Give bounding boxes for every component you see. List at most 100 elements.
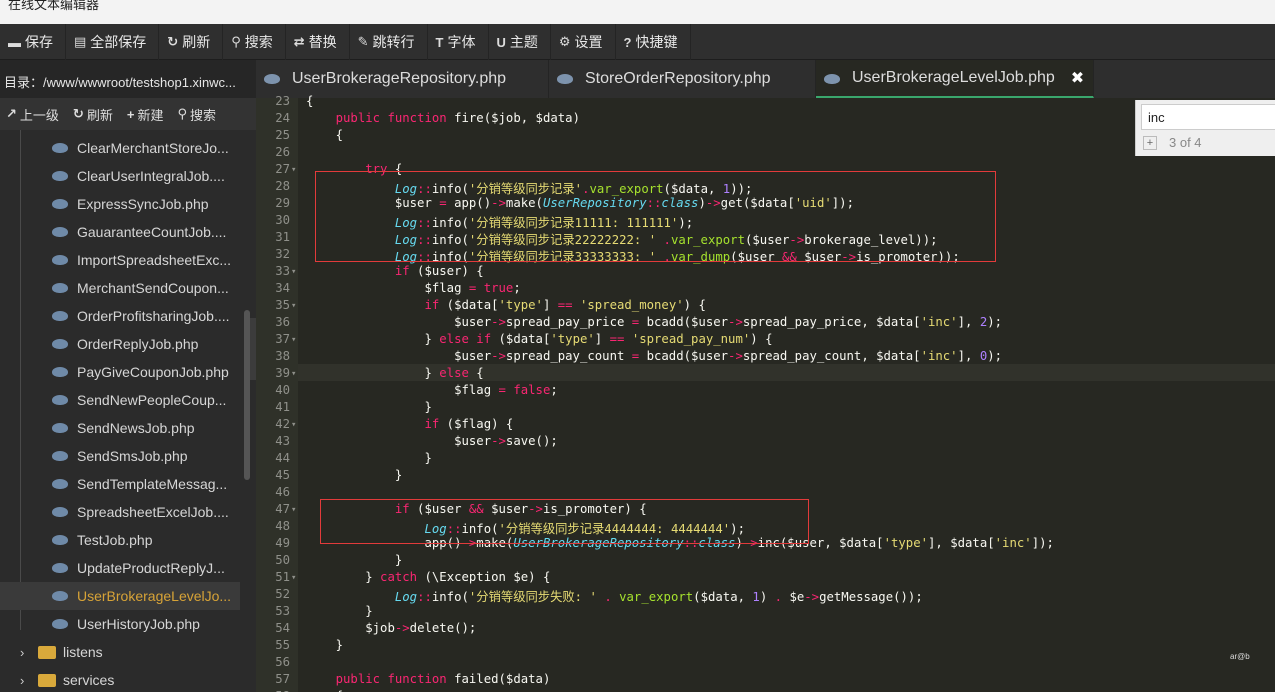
code-line[interactable]: $user->spread_pay_count = bcadd($user->s…: [306, 349, 1002, 363]
fold-arrow-icon[interactable]: ▾: [291, 267, 296, 277]
file-item[interactable]: SpreadsheetExcelJob....: [0, 498, 240, 526]
window-title: 在线文本编辑器: [8, 0, 100, 12]
code-line[interactable]: }: [306, 604, 372, 618]
line-number: 50: [275, 553, 290, 567]
line-number: 33: [275, 264, 290, 278]
code-line[interactable]: } else {: [306, 366, 483, 380]
file-item[interactable]: SendNewPeopleCoup...: [0, 386, 240, 414]
code-line[interactable]: public function failed($data): [306, 672, 551, 686]
sidebar-action-up-level[interactable]: ↗ 上一级: [6, 105, 59, 124]
line-number: 53: [275, 604, 290, 618]
code-line[interactable]: $flag = true;: [306, 281, 520, 295]
save-button[interactable]: ▬ 保存: [0, 24, 66, 60]
fold-arrow-icon[interactable]: ▾: [291, 369, 296, 379]
file-item[interactable]: ImportSpreadsheetExc...: [0, 246, 240, 274]
line-number: 29: [275, 196, 290, 210]
file-item[interactable]: ClearUserIntegralJob....: [0, 162, 240, 190]
folder-item[interactable]: › services: [0, 666, 240, 692]
file-name: SendNewPeopleCoup...: [77, 392, 227, 408]
file-item[interactable]: TestJob.php: [0, 526, 240, 554]
file-item[interactable]: ClearMerchantStoreJo...: [0, 134, 240, 162]
search-button[interactable]: ⚲ 搜索: [223, 24, 286, 60]
code-line[interactable]: Log::info('分销等级同步失败: ' . var_export($dat…: [306, 587, 923, 605]
code-line[interactable]: }: [306, 400, 431, 414]
toolbar-button-label: 保存: [25, 34, 53, 50]
php-file-icon: [52, 479, 68, 489]
up-level-icon: ↗: [6, 106, 17, 121]
code-line[interactable]: {: [306, 128, 343, 142]
code-line[interactable]: if ($flag) {: [306, 417, 513, 431]
fold-arrow-icon[interactable]: ▾: [291, 573, 296, 583]
toolbar-button-label: 快捷键: [635, 34, 678, 50]
code-line[interactable]: $user->spread_pay_price = bcadd($user->s…: [306, 315, 1002, 329]
code-line[interactable]: $job->delete();: [306, 621, 476, 635]
code-line[interactable]: }: [306, 553, 402, 567]
close-tab-icon[interactable]: ✖: [1071, 68, 1084, 88]
file-item[interactable]: UserBrokerageLevelJo...: [0, 582, 240, 610]
sidebar-action-search[interactable]: ⚲ 搜索: [177, 105, 216, 124]
save-all-icon: ▤: [74, 34, 87, 49]
theme-button[interactable]: U 主题: [489, 24, 551, 60]
directory-path: 目录：/www/wwwroot/testshop1.xinwc...: [0, 60, 256, 98]
code-line[interactable]: } else if ($data['type'] == 'spread_pay_…: [306, 332, 772, 346]
help-icon: ?: [623, 34, 632, 50]
fold-arrow-icon[interactable]: ▾: [291, 301, 296, 311]
pin-button[interactable]: ✎ 跳转行: [350, 24, 428, 60]
sidebar-action-plus[interactable]: + 新建: [127, 105, 164, 124]
code-line[interactable]: if ($data['type'] == 'spread_money') {: [306, 298, 705, 312]
save-all-button[interactable]: ▤ 全部保存: [66, 24, 160, 60]
file-item[interactable]: SendNewsJob.php: [0, 414, 240, 442]
folder-item[interactable]: › listens: [0, 638, 240, 666]
fold-arrow-icon[interactable]: ▾: [291, 165, 296, 175]
file-item[interactable]: ExpressSyncJob.php: [0, 190, 240, 218]
fold-arrow-icon[interactable]: ▾: [291, 420, 296, 430]
code-line[interactable]: }: [306, 468, 402, 482]
fold-arrow-icon[interactable]: ▾: [291, 335, 296, 345]
file-name: UpdateProductReplyJ...: [77, 560, 225, 576]
php-file-icon: [52, 339, 68, 349]
line-number: 48: [275, 519, 290, 533]
file-item[interactable]: SendTemplateMessag...: [0, 470, 240, 498]
file-item[interactable]: GauaranteeCountJob....: [0, 218, 240, 246]
line-number: 38: [275, 349, 290, 363]
file-name: ClearMerchantStoreJo...: [77, 140, 229, 156]
gear-button[interactable]: ⚙ 设置: [551, 24, 616, 60]
search-input[interactable]: [1141, 104, 1275, 130]
code-line[interactable]: } catch (\Exception $e) {: [306, 570, 550, 584]
code-line[interactable]: }: [306, 451, 431, 465]
search-icon: ⚲: [177, 106, 187, 121]
chevron-right-icon: ›: [20, 644, 25, 660]
code-line[interactable]: }: [306, 638, 343, 652]
code-line[interactable]: $flag = false;: [306, 383, 558, 397]
file-item[interactable]: UserHistoryJob.php: [0, 610, 240, 638]
tab-3[interactable]: UserBrokerageLevelJob.php ✖: [816, 60, 1094, 98]
sidebar-actions: ↗ 上一级 ↻ 刷新 + 新建 ⚲ 搜索: [0, 98, 256, 130]
file-name: ExpressSyncJob.php: [77, 196, 209, 212]
code-line[interactable]: $user->save();: [306, 434, 558, 448]
php-file-icon: [52, 451, 68, 461]
sidebar-action-refresh[interactable]: ↻ 刷新: [73, 105, 113, 124]
search-expand-button[interactable]: +: [1143, 136, 1157, 150]
file-item[interactable]: OrderReplyJob.php: [0, 330, 240, 358]
file-item[interactable]: UpdateProductReplyJ...: [0, 554, 240, 582]
file-item[interactable]: SendSmsJob.php: [0, 442, 240, 470]
php-file-icon: [52, 535, 68, 545]
php-file-icon: [52, 395, 68, 405]
file-name: OrderProfitsharingJob....: [77, 308, 230, 324]
code-line[interactable]: {: [306, 94, 313, 108]
php-file-icon: [52, 311, 68, 321]
code-line[interactable]: if ($user) {: [306, 264, 484, 278]
file-item[interactable]: MerchantSendCoupon...: [0, 274, 240, 302]
file-item[interactable]: PayGiveCouponJob.php: [0, 358, 240, 386]
fold-arrow-icon[interactable]: ▾: [291, 505, 296, 515]
font-button[interactable]: T 字体: [428, 24, 489, 60]
refresh-button[interactable]: ↻ 刷新: [159, 24, 224, 60]
tab-1[interactable]: UserBrokerageRepository.php: [256, 60, 549, 98]
replace-button[interactable]: ⇄ 替换: [286, 24, 350, 60]
help-button[interactable]: ? 快捷键: [616, 24, 691, 60]
file-item[interactable]: OrderProfitsharingJob....: [0, 302, 240, 330]
line-number: 47: [275, 502, 290, 516]
code-line[interactable]: public function fire($job, $data): [306, 111, 580, 125]
tab-label: StoreOrderRepository.php: [585, 70, 771, 87]
tab-2[interactable]: StoreOrderRepository.php: [549, 60, 816, 98]
